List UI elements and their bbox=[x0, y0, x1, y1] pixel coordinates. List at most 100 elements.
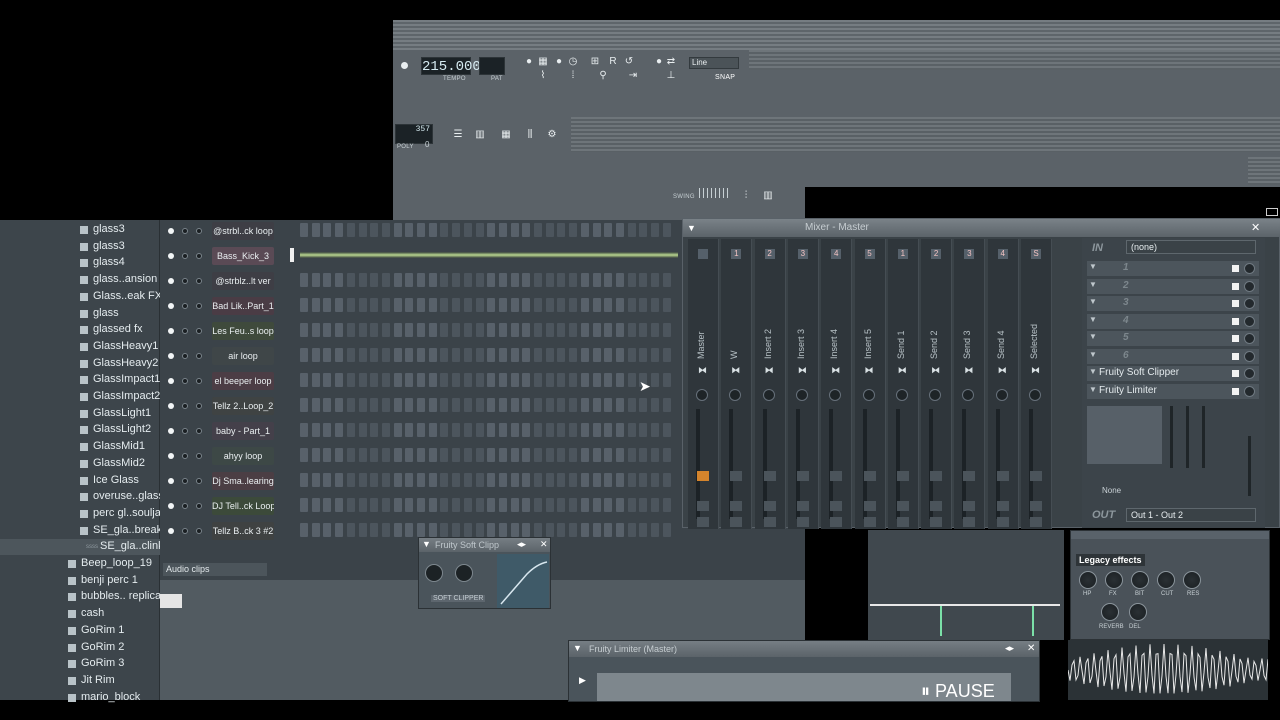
fx-slot[interactable]: ▼ 6 bbox=[1087, 348, 1259, 364]
step-button[interactable] bbox=[522, 348, 531, 362]
step-button[interactable] bbox=[639, 498, 648, 512]
step-button[interactable] bbox=[440, 448, 449, 462]
step-button[interactable] bbox=[370, 448, 379, 462]
step-button[interactable] bbox=[662, 373, 671, 387]
step-button[interactable] bbox=[534, 498, 542, 512]
step-button[interactable] bbox=[580, 398, 589, 412]
step-button[interactable] bbox=[440, 298, 449, 312]
step-button[interactable] bbox=[428, 398, 437, 412]
step-button[interactable] bbox=[300, 348, 308, 362]
step-button[interactable] bbox=[358, 423, 367, 437]
step-button[interactable] bbox=[440, 473, 449, 487]
step-button[interactable] bbox=[381, 398, 390, 412]
loop-record-icon[interactable]: ● bbox=[553, 56, 565, 68]
step-button[interactable] bbox=[557, 348, 566, 362]
step-button[interactable] bbox=[534, 398, 542, 412]
step-button[interactable] bbox=[381, 423, 390, 437]
step-button[interactable] bbox=[651, 348, 659, 362]
pan-knob[interactable] bbox=[182, 228, 188, 234]
channel-name-button[interactable]: Dj Sma..learing bbox=[212, 472, 274, 490]
browser-item[interactable]: GlassLight1 bbox=[0, 406, 160, 422]
pan-knob[interactable] bbox=[182, 328, 188, 334]
track-button[interactable] bbox=[763, 501, 776, 511]
step-button[interactable] bbox=[475, 373, 484, 387]
step-button[interactable] bbox=[522, 473, 531, 487]
step-button[interactable] bbox=[358, 273, 367, 287]
step-button[interactable] bbox=[651, 273, 659, 287]
mute-led[interactable] bbox=[168, 503, 174, 509]
track-button[interactable] bbox=[996, 471, 1009, 481]
step-button[interactable] bbox=[498, 223, 507, 237]
browser-item[interactable]: Beep_loop_19 bbox=[0, 556, 160, 572]
step-button[interactable] bbox=[381, 348, 390, 362]
step-button[interactable] bbox=[370, 373, 379, 387]
step-button[interactable] bbox=[592, 398, 601, 412]
play-icon[interactable]: ▶ bbox=[579, 675, 586, 686]
step-button[interactable] bbox=[405, 323, 414, 337]
step-button[interactable] bbox=[463, 398, 472, 412]
step-button[interactable] bbox=[639, 473, 648, 487]
browser-item[interactable]: GlassImpact1 bbox=[0, 372, 160, 388]
volume-knob[interactable] bbox=[196, 328, 202, 334]
arrow-icon[interactable]: ⇥ bbox=[627, 70, 639, 82]
track-button[interactable] bbox=[863, 517, 876, 527]
step-button[interactable] bbox=[557, 523, 566, 537]
browser-item[interactable]: Glass..eak FX bbox=[0, 289, 162, 305]
step-button[interactable] bbox=[475, 273, 484, 287]
step-button[interactable] bbox=[651, 223, 659, 237]
step-button[interactable] bbox=[569, 398, 578, 412]
step-button[interactable] bbox=[300, 398, 308, 412]
step-button[interactable] bbox=[615, 348, 624, 362]
slot-mix-knob[interactable] bbox=[1244, 263, 1255, 274]
step-button[interactable] bbox=[651, 473, 659, 487]
step-button[interactable] bbox=[604, 448, 613, 462]
step-button[interactable] bbox=[475, 323, 484, 337]
pan-knob[interactable] bbox=[182, 453, 188, 459]
mute-led[interactable] bbox=[168, 478, 174, 484]
step-button[interactable] bbox=[510, 273, 519, 287]
step-button[interactable] bbox=[335, 323, 344, 337]
step-button[interactable] bbox=[323, 273, 332, 287]
track-button[interactable] bbox=[1030, 501, 1042, 511]
step-button[interactable] bbox=[405, 223, 414, 237]
step-button[interactable] bbox=[428, 298, 437, 312]
step-button[interactable] bbox=[498, 448, 507, 462]
step-button[interactable] bbox=[522, 323, 531, 337]
step-button[interactable] bbox=[545, 473, 554, 487]
step-button[interactable] bbox=[592, 273, 601, 287]
step-button[interactable] bbox=[463, 523, 472, 537]
tempo-display[interactable]: 215.000 bbox=[421, 57, 481, 75]
track-button[interactable] bbox=[763, 517, 776, 527]
step-button[interactable] bbox=[580, 473, 589, 487]
step-button[interactable] bbox=[300, 298, 308, 312]
step-button[interactable] bbox=[440, 523, 449, 537]
step-button[interactable] bbox=[370, 223, 379, 237]
slot-mix-knob[interactable] bbox=[1244, 298, 1255, 309]
slot-enable-led[interactable] bbox=[1232, 370, 1239, 377]
step-button[interactable] bbox=[452, 423, 461, 437]
step-button[interactable] bbox=[522, 373, 531, 387]
step-button[interactable] bbox=[417, 498, 425, 512]
volume-knob[interactable] bbox=[196, 503, 202, 509]
mute-led[interactable] bbox=[168, 253, 174, 259]
step-button[interactable] bbox=[417, 373, 425, 387]
step-button[interactable] bbox=[311, 348, 320, 362]
step-button[interactable] bbox=[557, 423, 566, 437]
legacy-knob[interactable] bbox=[1105, 571, 1123, 589]
track-button[interactable] bbox=[863, 471, 876, 481]
volume-knob[interactable] bbox=[196, 378, 202, 384]
pan-knob[interactable] bbox=[182, 378, 188, 384]
record-dot-icon[interactable]: ● bbox=[653, 56, 665, 68]
snap-select[interactable]: Line bbox=[689, 57, 739, 69]
step-button[interactable] bbox=[545, 523, 554, 537]
step-button[interactable] bbox=[358, 298, 367, 312]
swing-slider[interactable] bbox=[699, 188, 729, 198]
fx-slot[interactable]: ▼ 1 bbox=[1087, 261, 1259, 276]
slot-mix-knob[interactable] bbox=[1244, 385, 1255, 397]
browser-item[interactable]: GlassMid2 bbox=[0, 456, 160, 472]
record-icon[interactable] bbox=[401, 62, 408, 69]
browser-item[interactable]: GoRim 3 bbox=[0, 656, 160, 672]
step-button[interactable] bbox=[393, 298, 402, 312]
step-button[interactable] bbox=[569, 498, 578, 512]
step-button[interactable] bbox=[522, 398, 531, 412]
